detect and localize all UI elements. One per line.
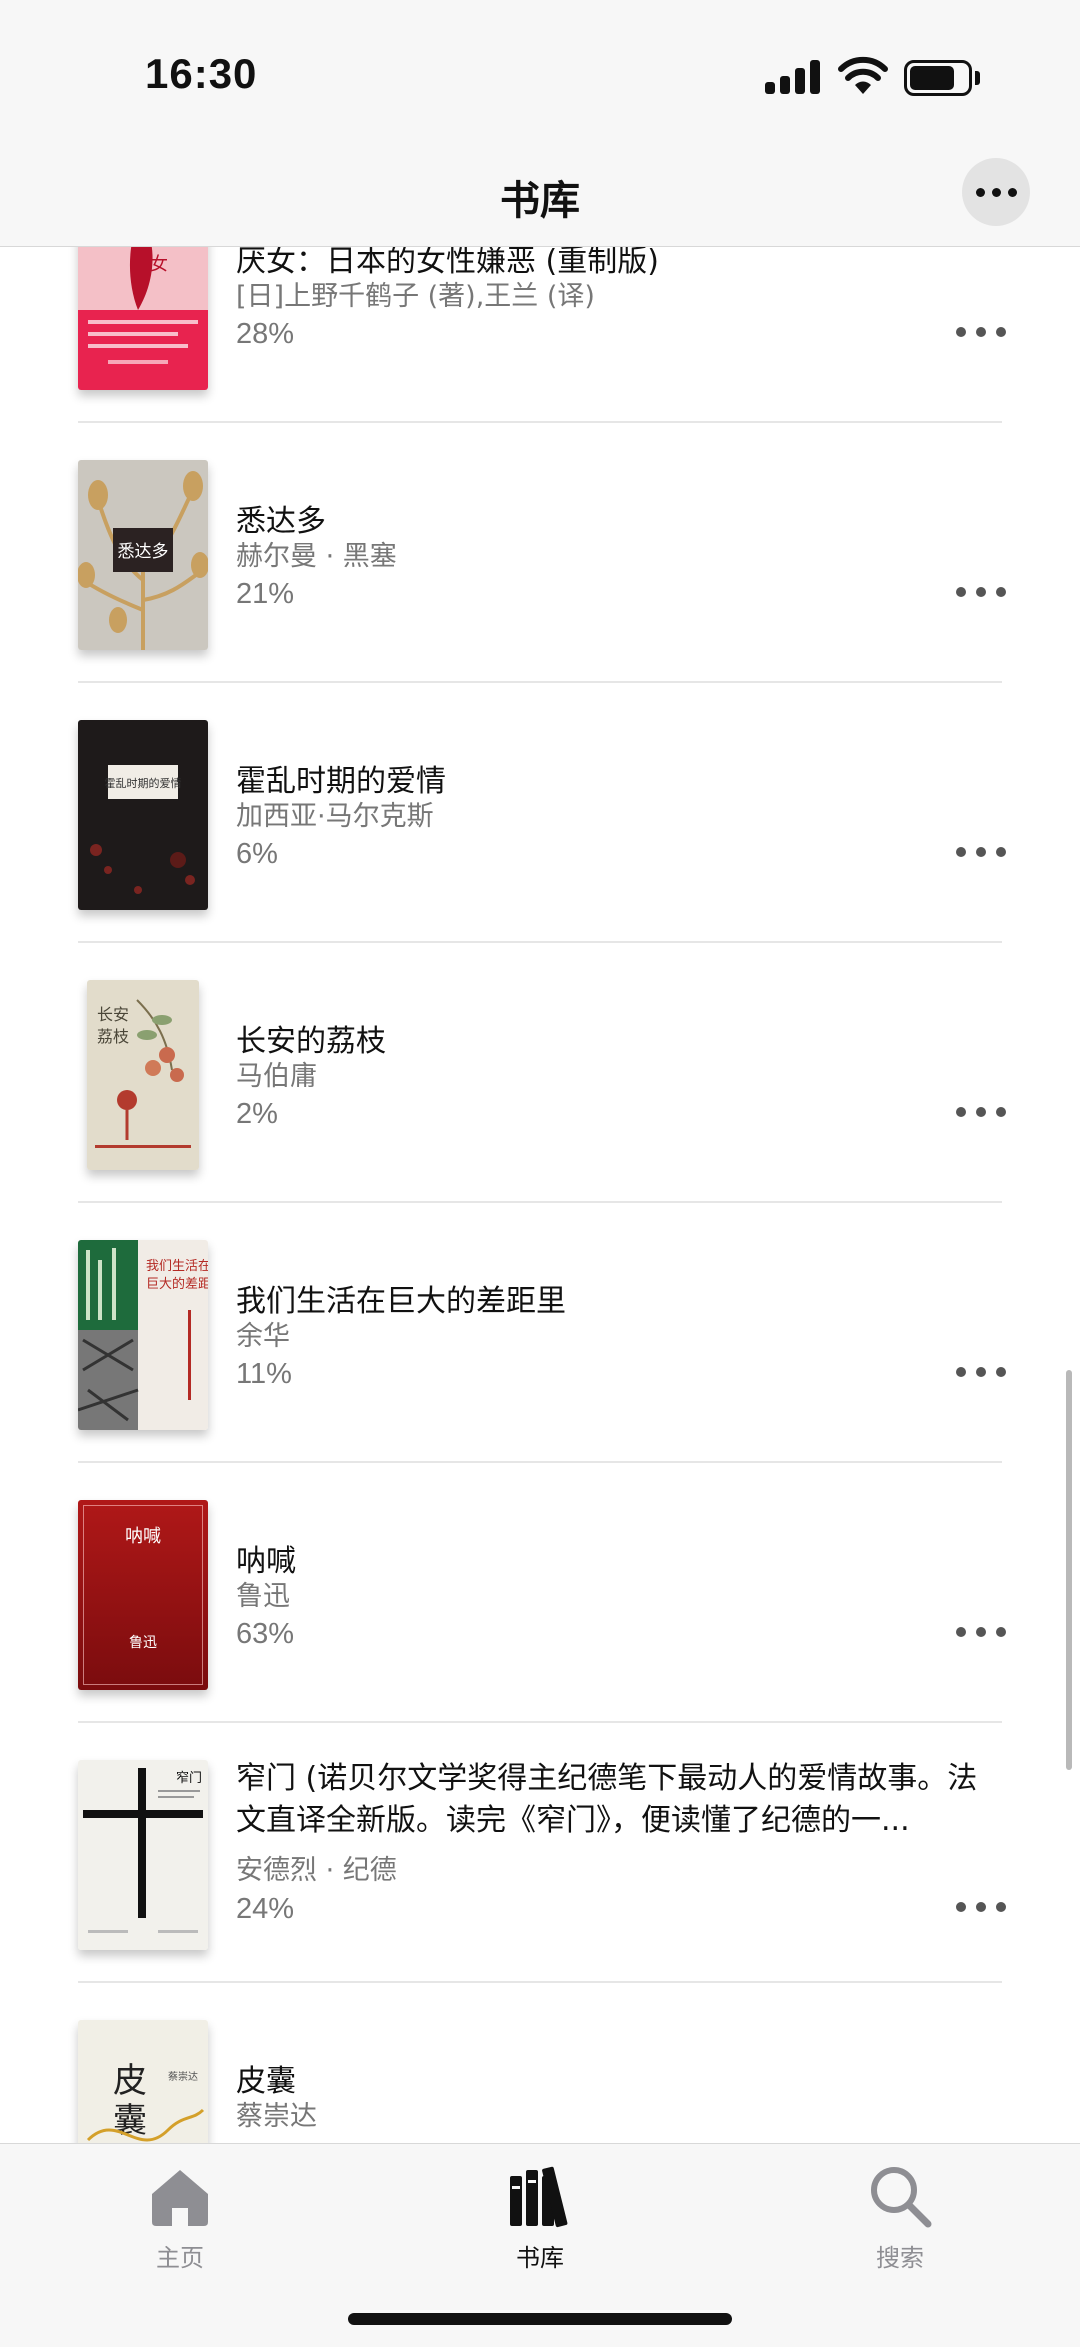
book-author: 蔡崇达 bbox=[236, 2101, 317, 2132]
book-progress: 28% bbox=[236, 318, 295, 350]
svg-text:巨大的差距里: 巨大的差距里 bbox=[146, 1276, 208, 1292]
svg-text:长安: 长安 bbox=[97, 1005, 129, 1024]
tab-library[interactable]: 书库 bbox=[440, 2154, 640, 2274]
ellipsis-icon bbox=[975, 187, 985, 197]
book-more-button[interactable] bbox=[956, 837, 1006, 867]
book-row-2[interactable]: 霍乱时期的爱情 霍乱时期的爱情 加西亚·马尔克斯 6% bbox=[0, 683, 1080, 943]
tab-home[interactable]: 主页 bbox=[80, 2154, 280, 2274]
book-author: 马伯庸 bbox=[236, 1061, 317, 1092]
status-time: 16:30 bbox=[145, 50, 258, 97]
book-cover-3[interactable]: 长安 荔枝 bbox=[87, 980, 199, 1170]
cover-title-text: 呐喊 bbox=[125, 1526, 161, 1547]
tab-search[interactable]: 搜索 bbox=[800, 2154, 1000, 2274]
search-icon bbox=[871, 2167, 932, 2228]
svg-text:霍乱时期的爱情: 霍乱时期的爱情 bbox=[105, 776, 182, 790]
book-progress: 6% bbox=[236, 838, 278, 870]
svg-text:窄门: 窄门 bbox=[176, 1770, 202, 1786]
book-progress: 11% bbox=[236, 1358, 292, 1390]
cellular-signal-icon bbox=[765, 60, 821, 94]
tab-home-label: 主页 bbox=[156, 2244, 204, 2272]
book-author: 加西亚·马尔克斯 bbox=[236, 801, 434, 832]
books-icon bbox=[510, 2166, 568, 2228]
book-cover-2[interactable]: 霍乱时期的爱情 bbox=[78, 720, 208, 910]
book-row-5[interactable]: 呐喊 鲁迅 呐喊 鲁迅 63% bbox=[0, 1463, 1080, 1723]
book-author: 赫尔曼 · 黑塞 bbox=[236, 541, 397, 572]
book-cover-0[interactable]: 厌 女 bbox=[78, 247, 208, 390]
tab-library-label: 书库 bbox=[516, 2244, 564, 2272]
navigation-bar: 书库 bbox=[0, 140, 1080, 247]
book-cover-7[interactable]: 皮 囊 蔡崇达 bbox=[78, 2020, 208, 2143]
svg-text:我们生活在: 我们生活在 bbox=[146, 1259, 208, 1274]
book-row-7[interactable]: 皮 囊 蔡崇达 皮囊 蔡崇达 bbox=[0, 1983, 1080, 2143]
book-title[interactable]: 窄门 (诺贝尔文学奖得主纪德笔下最动人的爱情故事。法文直译全新版。读完《窄门》，… bbox=[236, 1758, 996, 1842]
svg-text:皮: 皮 bbox=[113, 2061, 147, 2101]
book-more-button[interactable] bbox=[956, 1357, 1006, 1387]
svg-text:蔡崇达: 蔡崇达 bbox=[168, 2070, 198, 2083]
book-row-3[interactable]: 长安 荔枝 长安的荔枝 马伯庸 2% bbox=[0, 943, 1080, 1203]
status-bar: 16:30 bbox=[0, 0, 1080, 140]
svg-text:荔枝: 荔枝 bbox=[97, 1027, 129, 1046]
book-cover-4[interactable]: 我们生活在 巨大的差距里 bbox=[78, 1240, 208, 1430]
svg-text:悉达多: 悉达多 bbox=[118, 542, 169, 562]
book-more-button[interactable] bbox=[956, 1892, 1006, 1922]
book-author: 安德烈 · 纪德 bbox=[236, 1855, 397, 1886]
wifi-icon bbox=[838, 56, 888, 94]
book-more-button[interactable] bbox=[956, 577, 1006, 607]
cover-author-text: 鲁迅 bbox=[129, 1635, 157, 1651]
tab-search-label: 搜索 bbox=[876, 2244, 924, 2272]
page-title: 书库 bbox=[500, 178, 580, 224]
book-author: 鲁迅 bbox=[236, 1581, 290, 1612]
battery-icon bbox=[904, 60, 980, 96]
scrollbar[interactable] bbox=[1066, 1370, 1072, 1770]
book-progress: 63% bbox=[236, 1618, 295, 1650]
book-row-4[interactable]: 我们生活在 巨大的差距里 我们生活在巨大的差距里 余华 11% bbox=[0, 1203, 1080, 1463]
book-row-6[interactable]: 窄门 窄门 (诺贝尔文学奖得主纪德笔下最动人的爱情故事。法文直译全新版。读完《窄… bbox=[0, 1723, 1080, 1983]
book-author: [日]上野千鹤子 (著),王兰 (译) bbox=[236, 281, 595, 312]
home-indicator[interactable] bbox=[348, 2313, 732, 2325]
book-progress: 24% bbox=[236, 1893, 295, 1925]
book-more-button[interactable] bbox=[956, 317, 1006, 347]
book-progress: 2% bbox=[236, 1098, 278, 1130]
book-list[interactable]: 厌 女 厌女：日本的女性嫌恶 (重制版) [日]上野千鹤子 (著),王兰 (译)… bbox=[0, 247, 1080, 2143]
book-more-button[interactable] bbox=[956, 1097, 1006, 1127]
svg-text:女: 女 bbox=[150, 254, 168, 275]
book-row-0[interactable]: 厌 女 厌女：日本的女性嫌恶 (重制版) [日]上野千鹤子 (著),王兰 (译)… bbox=[0, 247, 1080, 423]
book-cover-5[interactable]: 呐喊 鲁迅 bbox=[78, 1500, 208, 1690]
book-more-button[interactable] bbox=[956, 1617, 1006, 1647]
book-progress: 21% bbox=[236, 578, 295, 610]
book-author: 余华 bbox=[236, 1321, 290, 1352]
book-cover-6[interactable]: 窄门 bbox=[78, 1760, 208, 1950]
more-options-button[interactable] bbox=[962, 158, 1030, 226]
book-row-1[interactable]: 悉达多 悉达多 赫尔曼 · 黑塞 21% bbox=[0, 423, 1080, 683]
house-icon bbox=[152, 2170, 208, 2226]
book-cover-1[interactable]: 悉达多 bbox=[78, 460, 208, 650]
